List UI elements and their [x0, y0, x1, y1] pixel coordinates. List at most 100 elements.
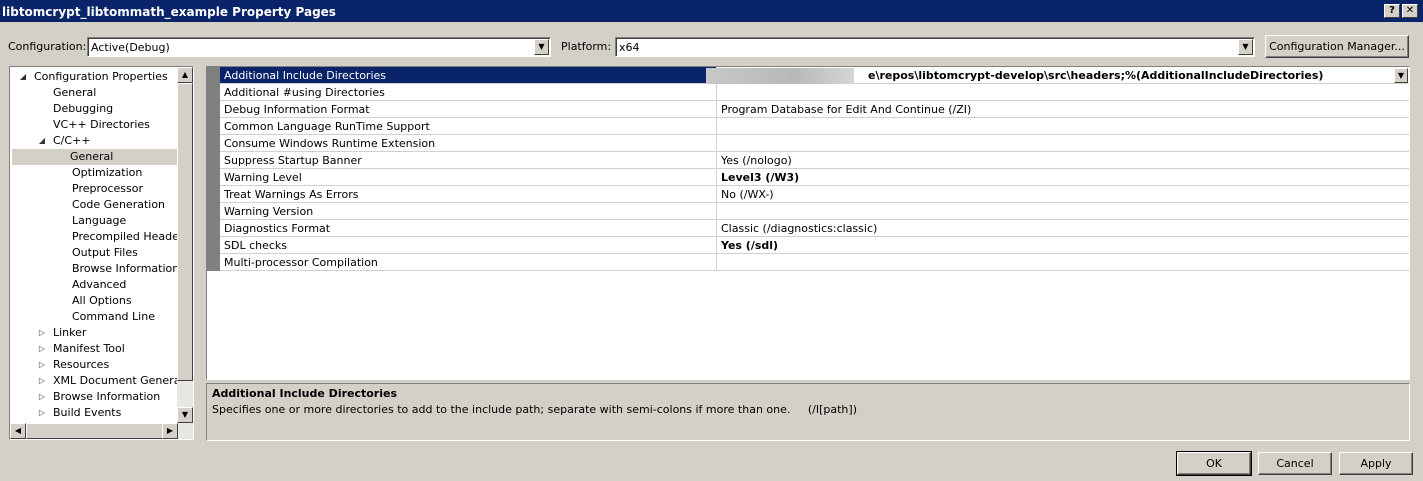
scroll-right-icon[interactable]: ▶: [162, 423, 178, 439]
tree-item[interactable]: ▷ Linker: [39, 325, 90, 341]
chevron-down-icon[interactable]: ▼: [1238, 39, 1253, 55]
property-row[interactable]: Diagnostics Format Classic (/diagnostics:…: [220, 220, 1409, 237]
tree-item[interactable]: ▷ Resources: [39, 357, 113, 373]
scroll-up-icon[interactable]: ▲: [177, 67, 193, 83]
property-grid[interactable]: Additional Include Directories e\repos\li…: [206, 66, 1410, 380]
tree-item-label: Precompiled Headers: [72, 230, 190, 243]
property-name: Warning Level: [220, 169, 717, 185]
description-title: Additional Include Directories: [212, 387, 398, 400]
tree-item-label: Output Files: [72, 246, 138, 259]
chevron-down-icon[interactable]: ▼: [534, 39, 549, 55]
property-name: Debug Information Format: [220, 101, 717, 117]
property-value[interactable]: [718, 84, 1409, 100]
property-name: Consume Windows Runtime Extension: [220, 135, 717, 151]
tree-item[interactable]: General: [12, 149, 177, 165]
tree-item[interactable]: Output Files: [70, 245, 142, 261]
expand-arrow-icon[interactable]: ▷: [37, 405, 47, 421]
tree-item[interactable]: Code Generation: [70, 197, 169, 213]
tree-item-label: General: [53, 86, 97, 99]
tree-item-label: Optimization: [72, 166, 143, 179]
property-name: Common Language RunTime Support: [220, 118, 717, 134]
tree-item-label: Debugging: [53, 102, 114, 115]
tree-item[interactable]: ▷ Build Events: [39, 405, 125, 421]
help-button[interactable]: ?: [1384, 4, 1400, 18]
tree-item[interactable]: Command Line: [70, 309, 159, 325]
property-value[interactable]: Program Database for Edit And Continue (…: [718, 101, 1409, 117]
tree-vertical-scrollbar[interactable]: ▲ ▼: [177, 67, 193, 423]
tree-item-label: Manifest Tool: [53, 342, 125, 355]
tree-item[interactable]: Browse Information: [70, 261, 183, 277]
cancel-button[interactable]: Cancel: [1258, 452, 1332, 475]
expand-arrow-icon[interactable]: ▷: [37, 389, 47, 405]
property-row[interactable]: Suppress Startup Banner Yes (/nologo): [220, 152, 1409, 169]
tree-item[interactable]: Advanced: [70, 277, 130, 293]
property-value[interactable]: Level3 (/W3): [718, 169, 1409, 185]
property-value[interactable]: [718, 254, 1409, 270]
property-name: Diagnostics Format: [220, 220, 717, 236]
property-row[interactable]: Treat Warnings As Errors No (/WX-): [220, 186, 1409, 203]
property-name: Warning Version: [220, 203, 717, 219]
tree-item-label: VC++ Directories: [53, 118, 150, 131]
property-value[interactable]: Yes (/sdl): [718, 237, 1409, 253]
property-row[interactable]: SDL checks Yes (/sdl): [220, 237, 1409, 254]
tree-item[interactable]: ◢ C/C++: [39, 133, 95, 149]
chevron-down-icon[interactable]: ▼: [1394, 68, 1408, 83]
tree-item[interactable]: All Options: [70, 293, 136, 309]
apply-button[interactable]: Apply: [1339, 452, 1413, 475]
property-row[interactable]: Debug Information Format Program Database…: [220, 101, 1409, 118]
property-value[interactable]: [718, 118, 1409, 134]
expand-arrow-icon[interactable]: ▷: [37, 373, 47, 389]
expand-arrow-icon[interactable]: ▷: [37, 341, 47, 357]
property-tree[interactable]: ◢ Configuration Properties General Debuggin…: [9, 66, 194, 440]
tree-item[interactable]: Debugging: [51, 101, 117, 117]
property-value[interactable]: No (/WX-): [718, 186, 1409, 202]
property-value[interactable]: Classic (/diagnostics:classic): [718, 220, 1409, 236]
property-row[interactable]: Warning Level Level3 (/W3): [220, 169, 1409, 186]
property-row[interactable]: Warning Version: [220, 203, 1409, 220]
collapse-arrow-icon[interactable]: ◢: [37, 133, 47, 149]
tree-horizontal-scrollbar[interactable]: ◀ ▶: [10, 423, 193, 439]
configuration-dropdown[interactable]: Active(Debug) ▼: [87, 37, 551, 57]
close-button[interactable]: ✕: [1402, 4, 1418, 18]
property-row[interactable]: Consume Windows Runtime Extension: [220, 135, 1409, 152]
collapse-arrow-icon[interactable]: ◢: [18, 69, 28, 85]
title-bar: libtomcrypt_libtommath_example Property …: [0, 0, 1423, 22]
scroll-thumb[interactable]: [177, 83, 193, 381]
tree-item-label: General: [70, 150, 114, 163]
tree-item[interactable]: General: [51, 85, 100, 101]
description-text: Specifies one or more directories to add…: [212, 403, 857, 416]
property-row[interactable]: Common Language RunTime Support: [220, 118, 1409, 135]
platform-dropdown[interactable]: x64 ▼: [615, 37, 1255, 57]
hscroll-thumb[interactable]: [26, 423, 166, 439]
expand-arrow-icon[interactable]: ▷: [37, 325, 47, 341]
scroll-left-icon[interactable]: ◀: [10, 423, 26, 439]
property-value[interactable]: [718, 203, 1409, 219]
tree-item[interactable]: ▷ XML Document Generator: [39, 373, 193, 389]
configuration-manager-button[interactable]: Configuration Manager...: [1265, 35, 1409, 58]
tree-item[interactable]: Language: [70, 213, 130, 229]
tree-item[interactable]: ▷ Manifest Tool: [39, 341, 129, 357]
property-name: Additional #using Directories: [220, 84, 717, 100]
tree-item-label: C/C++: [53, 134, 91, 147]
tree-item-label: Preprocessor: [72, 182, 144, 195]
tree-item-label: Resources: [53, 358, 110, 371]
tree-item[interactable]: Precompiled Headers: [70, 229, 193, 245]
property-row[interactable]: Additional #using Directories: [220, 84, 1409, 101]
tree-item[interactable]: Preprocessor: [70, 181, 147, 197]
grid-gutter: [207, 67, 220, 271]
property-value[interactable]: [718, 135, 1409, 151]
tree-item[interactable]: ◢ Configuration Properties: [20, 69, 172, 85]
tree-item-label: Language: [72, 214, 127, 227]
tree-item[interactable]: VC++ Directories: [51, 117, 154, 133]
property-name: Suppress Startup Banner: [220, 152, 717, 168]
property-value[interactable]: Yes (/nologo): [718, 152, 1409, 168]
tree-item-label: Configuration Properties: [34, 70, 168, 83]
property-row[interactable]: Multi-processor Compilation: [220, 254, 1409, 271]
tree-item[interactable]: Optimization: [70, 165, 146, 181]
tree-item-label: Browse Information: [53, 390, 161, 403]
tree-item[interactable]: ▷ Browse Information: [39, 389, 164, 405]
tree-item-label: Linker: [53, 326, 87, 339]
expand-arrow-icon[interactable]: ▷: [37, 357, 47, 373]
scroll-down-icon[interactable]: ▼: [177, 407, 193, 423]
ok-button[interactable]: OK: [1176, 451, 1252, 476]
